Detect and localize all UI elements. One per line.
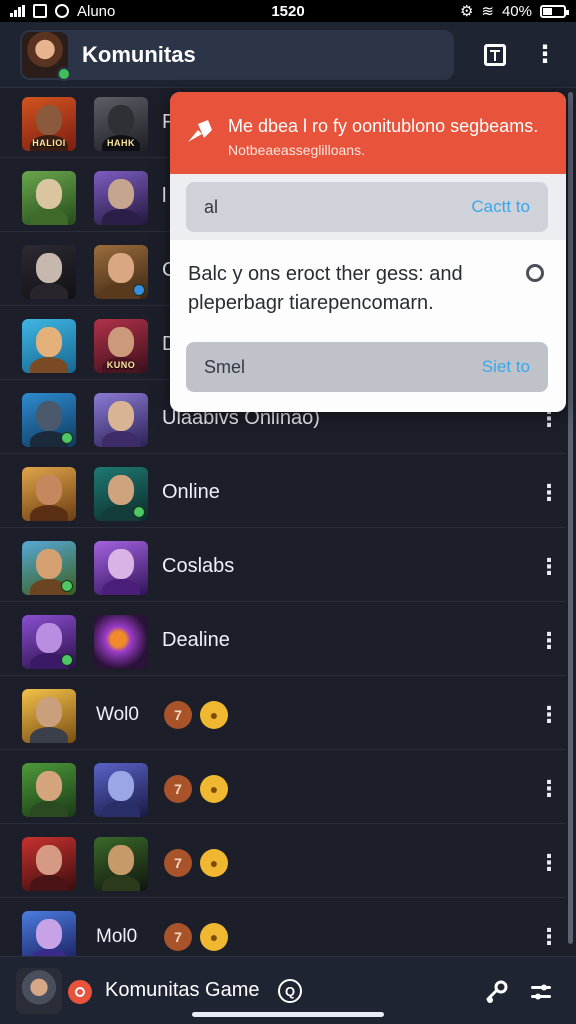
link-icon[interactable] [484,979,510,1005]
list-item[interactable]: 7 ● ⋮ [0,828,566,898]
coin-icon: ● [200,849,228,877]
field-value: Smel [204,356,246,377]
list-item[interactable]: Wol0 7 ● ⋮ [0,680,566,750]
popup-dialog: Me dbea l ro fy oonitublono segbeams. No… [170,92,566,412]
game-thumbnail: HAHK [94,97,148,151]
more-vert-icon[interactable]: ⋮ [538,481,560,504]
status-badge [61,432,73,444]
page-title: Komunitas [82,42,196,67]
game-thumbnail [22,763,76,817]
badge-icon: Q [278,979,302,1003]
status-badge [61,580,73,592]
more-vert-icon[interactable]: ⋮ [538,703,560,726]
coin-icon: ● [200,923,228,951]
book-icon [484,44,506,66]
list-item[interactable]: Coslabs ⋮ [0,532,566,602]
game-thumbnail [22,171,76,225]
online-status-icon [57,67,71,81]
game-thumbnail: KUNO [94,319,148,373]
status-bar: Aluno 1520 ⚙ ≋ 40% [0,0,576,22]
avatar[interactable] [16,968,62,1014]
game-thumbnail: HALIOI [22,97,76,151]
coin-icon: ● [200,701,228,729]
dialog-header: Me dbea l ro fy oonitublono segbeams. No… [170,92,566,174]
signal-icon [10,5,25,17]
more-vert-icon[interactable]: ⋮ [538,925,560,948]
contact-link[interactable]: Cactt to [471,197,530,217]
game-thumbnail [94,541,148,595]
community-title[interactable]: Komunitas Game [105,979,260,1002]
more-vert-icon[interactable]: ⋮ [538,555,560,578]
reward-icon: 7 [164,849,192,877]
status-badge [133,284,145,296]
game-thumbnail [22,393,76,447]
more-options-button[interactable]: ⋮ [530,40,560,70]
game-thumbnail [94,245,148,299]
game-thumbnail [22,615,76,669]
sync-icon [55,4,69,18]
coin-icon: ● [200,775,228,803]
game-thumbnail [94,837,148,891]
game-thumbnail [94,467,148,521]
game-thumbnail [94,615,148,669]
game-thumbnail [94,763,148,817]
notification-icon [33,4,47,18]
game-thumbnail [22,541,76,595]
list-item[interactable]: Mol0 7 ● ⋮ [0,902,566,956]
record-icon [68,980,92,1004]
reward-icon: 7 [164,701,192,729]
home-indicator[interactable] [192,1012,384,1017]
game-thumbnail [94,171,148,225]
dialog-title: Me dbea l ro fy oonitublono segbeams. [228,116,539,136]
reward-icon: 7 [164,775,192,803]
alarm-icon: ⚙ [459,3,474,20]
dialog-subtitle: Notbeaeasseglilloans. [228,142,365,158]
battery-icon [540,4,569,18]
pin-icon [188,120,212,142]
dialog-input-field[interactable]: al Cactt to [186,182,548,232]
carrier-label: Aluno [77,2,116,20]
app-header: Komunitas ⋮ [0,22,576,88]
book-button[interactable] [480,40,510,70]
reward-icon: 7 [164,923,192,951]
dialog-action-field[interactable]: Smel Siet to [186,342,548,392]
list-item-label: Wol0 [96,703,139,725]
list-item-label: Coslabs [162,555,235,577]
avatar[interactable] [22,32,71,81]
more-vert-icon[interactable]: ⋮ [538,777,560,800]
more-vert-icon[interactable]: ⋮ [538,629,560,652]
game-thumbnail [94,393,148,447]
more-vert-icon: ⋮ [533,41,557,68]
header-title-pill[interactable]: Komunitas [20,30,454,81]
field-value: al [204,196,219,217]
set-link[interactable]: Siet to [482,357,530,377]
list-item-label: l [162,185,167,207]
game-thumbnail [22,689,76,743]
game-thumbnail [22,245,76,299]
list-item[interactable]: Online ⋮ [0,458,566,528]
game-thumbnail [22,319,76,373]
list-item-label: Dealine [162,629,230,651]
scrollbar[interactable] [568,92,573,944]
status-badge [133,506,145,518]
help-icon[interactable] [526,264,544,282]
game-thumbnail [22,467,76,521]
list-item-label: Online [162,481,220,503]
game-thumbnail [22,911,76,956]
more-vert-icon[interactable]: ⋮ [538,851,560,874]
wifi-icon: ≋ [481,3,494,20]
dialog-message: Balc y ons eroct ther gess: and pleperba… [188,263,463,314]
list-item-label: Mol0 [96,925,138,947]
list-item[interactable]: 7 ● ⋮ [0,754,566,824]
list-item[interactable]: Dealine ⋮ [0,606,566,676]
tune-icon[interactable] [530,981,552,1003]
game-thumbnail [22,837,76,891]
battery-percent: 40% [501,2,532,20]
status-badge [61,654,73,666]
